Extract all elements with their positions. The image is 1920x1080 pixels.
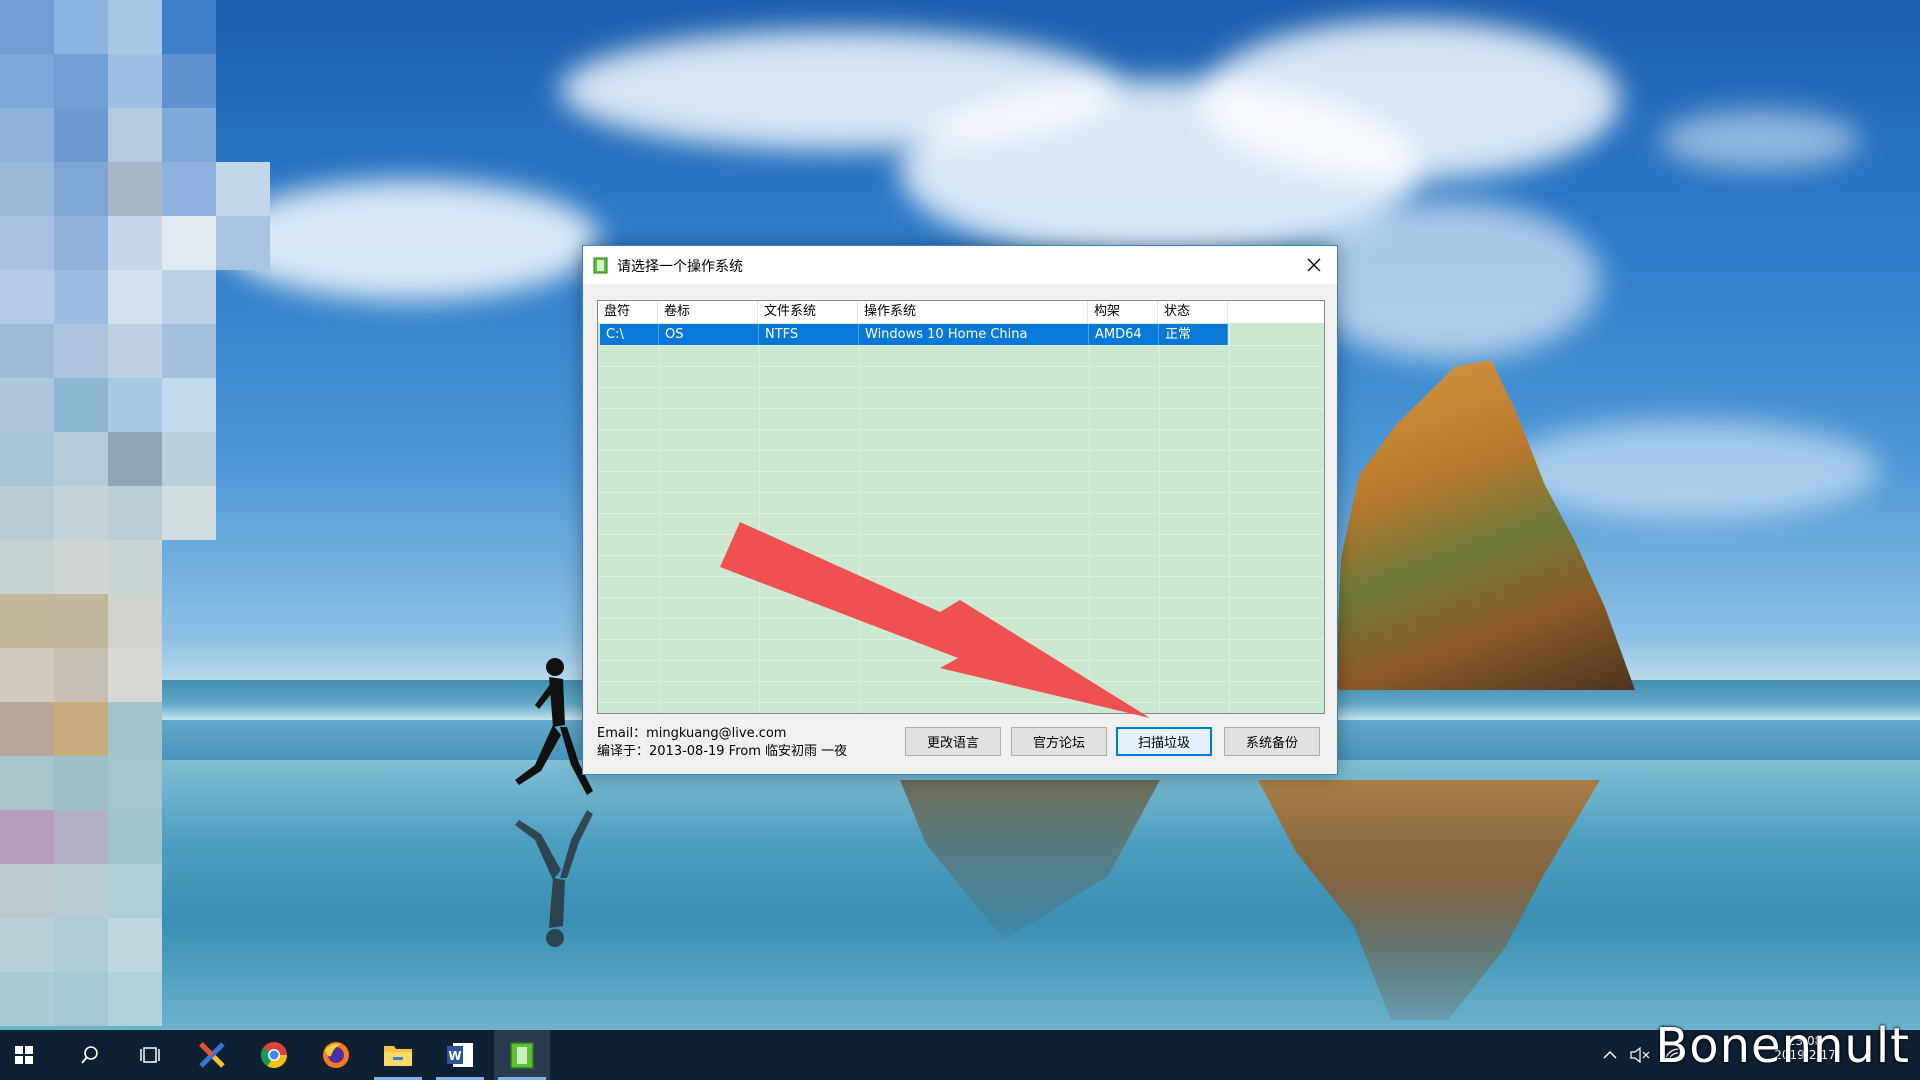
grid-line: [659, 323, 660, 713]
dialog-title: 请选择一个操作系统: [617, 259, 743, 275]
taskbar-chrome[interactable]: [246, 1030, 302, 1080]
cell-filesystem: NTFS: [759, 324, 859, 345]
wallpaper-cloud: [1660, 110, 1860, 170]
cell-status: 正常: [1159, 324, 1228, 345]
start-icon: [15, 1046, 33, 1064]
list-header: 盘符 卷标 文件系统 操作系统 构架 状态: [598, 301, 1324, 323]
wallpaper-cloud: [220, 180, 600, 300]
select-os-dialog: 请选择一个操作系统 盘符 卷标 文件系统 操作系统 构架 状态 C:\ OS N…: [582, 245, 1338, 775]
grid-line: [598, 471, 1324, 472]
grid-line: [598, 387, 1324, 388]
grid-line: [598, 639, 1324, 640]
taskbar-word[interactable]: W: [432, 1030, 488, 1080]
grid-line: [1089, 323, 1090, 713]
taskbar: W 23:08 2019/2/17 Bonennult: [0, 1018, 1920, 1080]
taskbar-xmind[interactable]: [184, 1030, 240, 1080]
grid-line: [598, 534, 1324, 535]
close-button[interactable]: [1291, 246, 1337, 284]
cell-drive: C:\: [600, 324, 659, 345]
wallpaper-cloud: [1200, 20, 1620, 180]
grid-line: [598, 576, 1324, 577]
show-hidden-icons-chevron-icon[interactable]: [1600, 1045, 1620, 1065]
column-header-status[interactable]: 状态: [1158, 301, 1228, 323]
official-forum-button[interactable]: 官方论坛: [1011, 727, 1107, 756]
taskbar-firefox[interactable]: [308, 1030, 364, 1080]
task-view-button[interactable]: [122, 1030, 178, 1080]
grid-line: [598, 492, 1324, 493]
cell-arch: AMD64: [1089, 324, 1159, 345]
search-button[interactable]: [62, 1030, 118, 1080]
grid-line: [598, 345, 1324, 346]
system-backup-button[interactable]: 系统备份: [1224, 727, 1320, 756]
column-header-os[interactable]: 操作系统: [858, 301, 1088, 323]
chrome-icon: [260, 1042, 287, 1068]
table-row[interactable]: C:\ OS NTFS Windows 10 Home China AMD64 …: [600, 324, 1228, 345]
cell-label: OS: [659, 324, 759, 345]
grid-line: [1229, 323, 1230, 713]
compiled-text: 编译于：2013-08-19 From 临安初雨 一夜: [597, 744, 848, 759]
app-icon: [593, 257, 608, 274]
grid-line: [598, 681, 1324, 682]
wallpaper-cloud: [1300, 200, 1600, 360]
search-icon: [81, 1046, 98, 1064]
task-view-icon: [140, 1047, 160, 1063]
dism-app-icon: [510, 1042, 534, 1069]
svg-text:W: W: [448, 1049, 461, 1063]
start-button[interactable]: [0, 1030, 48, 1080]
close-icon: [1307, 258, 1321, 272]
scan-junk-button[interactable]: 扫描垃圾: [1116, 727, 1212, 756]
change-language-button[interactable]: 更改语言: [905, 727, 1001, 756]
column-header-label[interactable]: 卷标: [658, 301, 758, 323]
word-icon: W: [447, 1043, 473, 1067]
cell-os: Windows 10 Home China: [859, 324, 1089, 345]
taskbar-file-explorer[interactable]: [370, 1030, 426, 1080]
taskbar-dism-app[interactable]: [494, 1030, 550, 1080]
grid-line: [598, 513, 1324, 514]
grid-line: [859, 323, 860, 713]
grid-line: [598, 618, 1324, 619]
grid-line: [598, 660, 1324, 661]
os-list[interactable]: 盘符 卷标 文件系统 操作系统 构架 状态 C:\ OS NTFS Window…: [597, 300, 1325, 714]
grid-line: [598, 597, 1324, 598]
grid-line: [598, 702, 1324, 703]
column-header-drive[interactable]: 盘符: [598, 301, 658, 323]
file-explorer-icon: [384, 1046, 412, 1066]
grid-line: [598, 366, 1324, 367]
grid-line: [598, 408, 1324, 409]
email-text: Email：mingkuang@live.com: [597, 726, 787, 741]
column-header-filesystem[interactable]: 文件系统: [758, 301, 858, 323]
list-body: C:\ OS NTFS Windows 10 Home China AMD64 …: [598, 323, 1324, 713]
watermark-text: Bonennult: [1655, 1018, 1910, 1074]
column-header-arch[interactable]: 构架: [1088, 301, 1158, 323]
grid-line: [598, 429, 1324, 430]
wallpaper-cloud: [1500, 420, 1880, 520]
grid-line: [759, 323, 760, 713]
dialog-titlebar[interactable]: 请选择一个操作系统: [583, 246, 1337, 284]
firefox-icon: [323, 1042, 349, 1068]
wallpaper-runner-reflection: [515, 810, 593, 947]
grid-line: [1159, 323, 1160, 713]
volume-muted-icon[interactable]: [1630, 1045, 1650, 1065]
grid-line: [598, 450, 1324, 451]
xmind-icon: [199, 1042, 225, 1068]
pixelated-region: [0, 0, 270, 1030]
grid-line: [598, 555, 1324, 556]
